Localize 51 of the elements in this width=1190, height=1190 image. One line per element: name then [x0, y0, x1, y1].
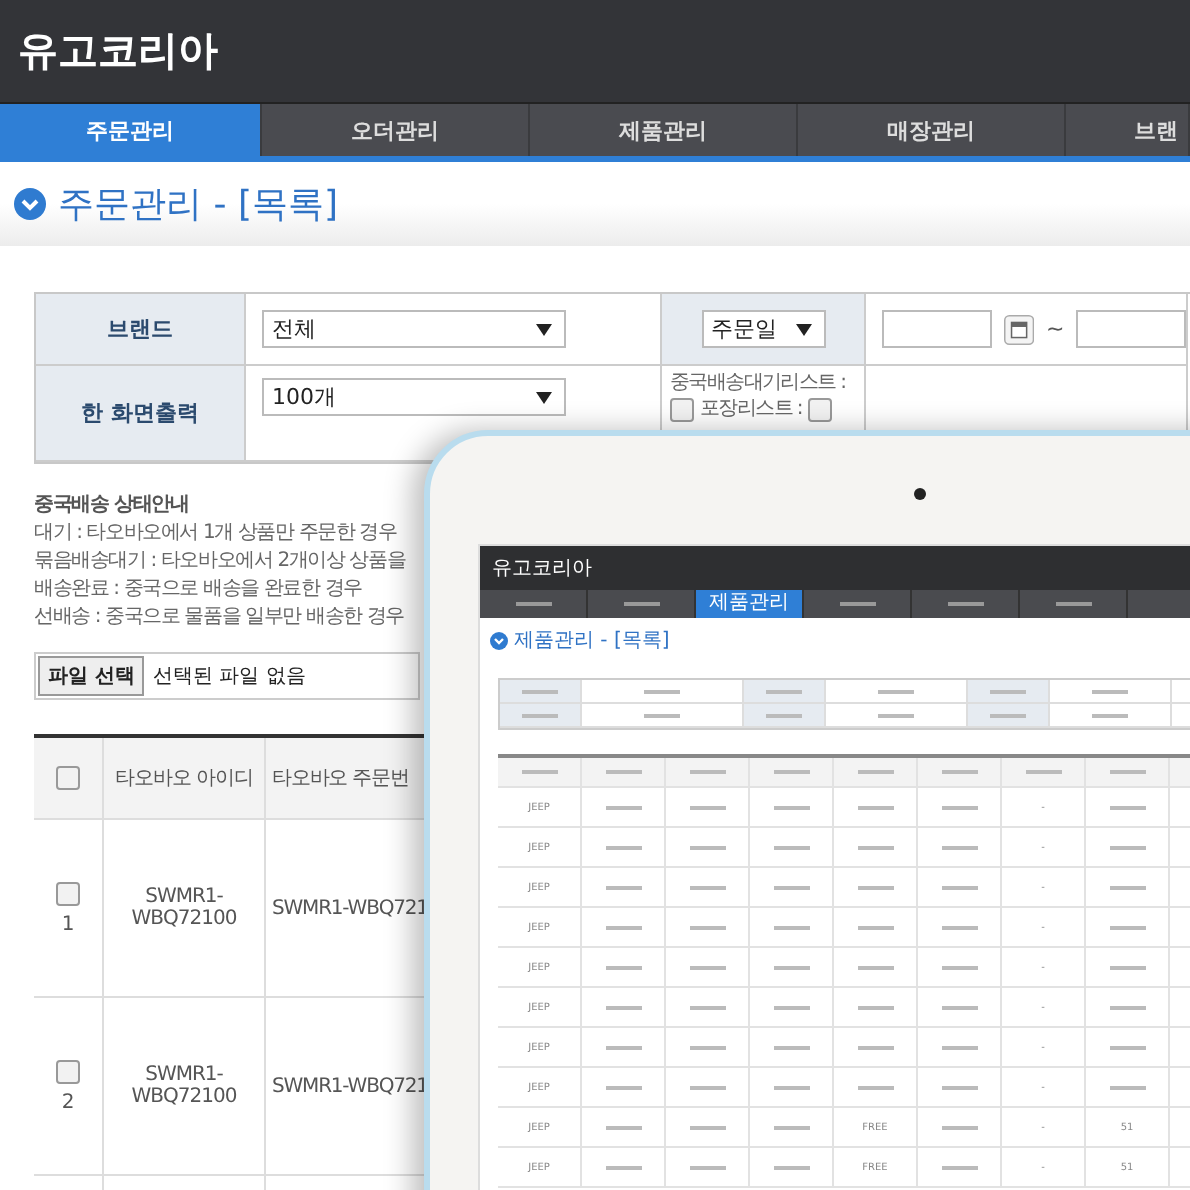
per-page-select[interactable]: 100개 [262, 378, 566, 416]
column-header: 타오바오 아이디 [114, 766, 254, 792]
choose-file-button[interactable]: 파일 선택 [38, 656, 145, 696]
checkbox[interactable] [807, 398, 832, 422]
row-number: 2 [61, 1091, 75, 1113]
row-number: 1 [61, 913, 75, 935]
brand-select[interactable]: 전체 [262, 310, 566, 348]
date-input[interactable] [1076, 310, 1186, 348]
file-input[interactable]: 파일 선택 선택된 파일 없음 [34, 652, 420, 700]
chevron-down-icon [490, 631, 508, 649]
select-value: 100개 [272, 382, 336, 412]
checkbox-label: 포장리스트 : [700, 398, 802, 422]
site-title: 유고코리아 [492, 556, 592, 582]
date-type-select[interactable]: 주문일 [701, 310, 825, 348]
guide-text: 대기 : 타오바오에서 1개 상품만 주문한 경우 [34, 520, 399, 548]
checkbox[interactable] [56, 766, 80, 790]
select-value: 전체 [272, 314, 316, 344]
chevron-down-icon [14, 188, 46, 220]
nav-tab[interactable]: 오더관리 [262, 104, 530, 156]
table-cell: SWMR1-WBQ721 [272, 1075, 428, 1097]
page-title: 주문관리 - [목록] [58, 182, 338, 228]
nav-tab[interactable]: 매장관리 [798, 104, 1066, 156]
checkbox[interactable] [56, 881, 80, 905]
site-title: 유고코리아 [18, 24, 218, 78]
table-cell-text: SWMR1-WBQ72100 [129, 1064, 239, 1108]
caret-icon [795, 323, 811, 335]
table-cell-text: SWMR1-WBQ72100 [129, 886, 239, 930]
filter-label: 브랜드 [36, 294, 246, 366]
checkbox-label: 중국배송대기리스트 : [670, 372, 846, 396]
page-title: 제품관리 - [목록] [514, 628, 670, 654]
nav-tab[interactable]: 주문관리 [0, 104, 262, 156]
select-value: 주문일 [711, 314, 777, 344]
nav-tab[interactable]: 제품관리 [696, 590, 804, 618]
file-status: 선택된 파일 없음 [152, 664, 306, 690]
column-header: 타오바오 주문번 [272, 766, 409, 792]
caret-icon [536, 391, 552, 403]
calendar-icon [1003, 309, 1034, 349]
checkbox[interactable] [670, 398, 694, 422]
date-input[interactable] [882, 310, 992, 348]
caret-icon [536, 323, 552, 335]
nav-tab[interactable]: 제품관리 [530, 104, 798, 156]
filter-label: 한 화면출력 [36, 366, 246, 462]
checkbox[interactable] [56, 1059, 80, 1083]
table-cell: SWMR1-WBQ721 [272, 897, 428, 919]
camera-icon [914, 488, 926, 500]
guide-title: 중국배송 상태안내 [34, 492, 191, 520]
date-separator: ~ [1045, 316, 1065, 342]
nav-tab[interactable]: 브랜 [1066, 104, 1190, 156]
guide-text: 묶음배송대기 : 타오바오에서 2개이상 상품을 [34, 548, 408, 576]
guide-text: 선배송 : 중국으로 물품을 일부만 배송한 경우 [34, 604, 406, 632]
guide-text: 배송완료 : 중국으로 배송을 완료한 경우 [34, 576, 364, 604]
